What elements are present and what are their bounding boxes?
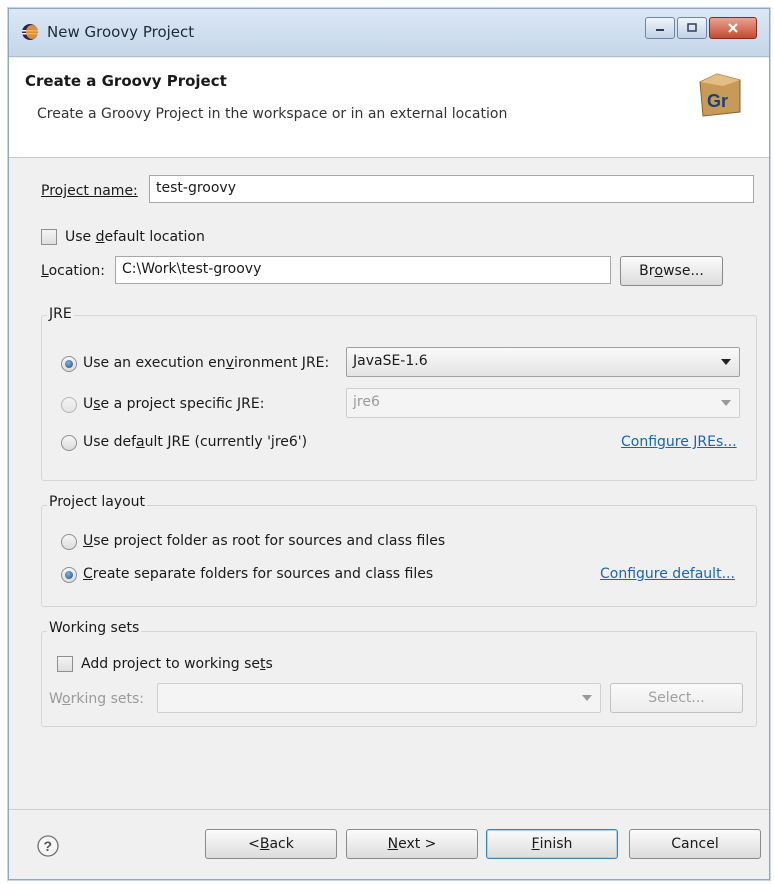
page-description: Create a Groovy Project in the workspace… bbox=[37, 106, 508, 122]
separate-folders-radio[interactable] bbox=[61, 567, 77, 583]
specific-jre-label[interactable]: Use a project specific JRE: bbox=[83, 396, 264, 412]
location-input[interactable]: C:\Work\test-groovy bbox=[115, 256, 611, 284]
help-icon[interactable]: ? bbox=[37, 835, 59, 857]
configure-jres-link[interactable]: Configure JREs... bbox=[621, 434, 737, 450]
add-to-working-sets-label[interactable]: Add project to working sets bbox=[81, 656, 273, 672]
minimize-button[interactable] bbox=[645, 17, 675, 39]
minimize-icon bbox=[656, 29, 664, 31]
chevron-down-icon bbox=[721, 359, 731, 365]
title-bar: New Groovy Project bbox=[9, 9, 769, 57]
root-folder-radio[interactable] bbox=[61, 534, 77, 550]
project-layout-group-title: Project layout bbox=[47, 494, 148, 510]
wizard-header: Create a Groovy Project Create a Groovy … bbox=[9, 58, 769, 158]
exec-env-dropdown[interactable]: JavaSE-1.6 bbox=[346, 347, 740, 377]
default-jre-radio[interactable] bbox=[61, 435, 77, 451]
project-layout-group bbox=[41, 505, 757, 607]
specific-jre-dropdown[interactable]: jre6 bbox=[346, 388, 740, 418]
default-jre-label[interactable]: Use default JRE (currently 'jre6') bbox=[83, 434, 307, 450]
page-title: Create a Groovy Project bbox=[25, 72, 227, 90]
back-button[interactable]: < Back bbox=[205, 829, 337, 859]
root-folder-label[interactable]: Use project folder as root for sources a… bbox=[83, 533, 445, 549]
groovy-logo: Gr bbox=[699, 73, 741, 117]
footer-separator bbox=[9, 809, 769, 810]
working-sets-label: Working sets: bbox=[49, 691, 144, 707]
chevron-down-icon bbox=[582, 695, 592, 701]
project-name-input[interactable]: test-groovy bbox=[149, 175, 754, 203]
select-working-sets-button[interactable]: Select... bbox=[610, 683, 743, 713]
default-location-label[interactable]: Use default location bbox=[65, 229, 205, 245]
working-sets-group-title: Working sets bbox=[47, 620, 142, 636]
chevron-down-icon bbox=[721, 400, 731, 406]
close-button[interactable] bbox=[709, 17, 757, 39]
default-location-checkbox[interactable] bbox=[41, 229, 57, 245]
maximize-button[interactable] bbox=[677, 17, 707, 39]
jre-group-title: JRE bbox=[47, 306, 74, 322]
working-sets-dropdown[interactable] bbox=[157, 683, 601, 713]
exec-env-radio[interactable] bbox=[61, 356, 77, 372]
window-title: New Groovy Project bbox=[47, 23, 195, 41]
new-groovy-project-dialog: New Groovy Project Create a Groovy Proje… bbox=[8, 8, 770, 880]
add-to-working-sets-checkbox[interactable] bbox=[57, 656, 73, 672]
cancel-button[interactable]: Cancel bbox=[629, 829, 761, 859]
separate-folders-label[interactable]: Create separate folders for sources and … bbox=[83, 566, 433, 582]
exec-env-label[interactable]: Use an execution environment JRE: bbox=[83, 355, 329, 371]
maximize-icon bbox=[687, 23, 697, 32]
finish-button[interactable]: Finish bbox=[486, 829, 618, 859]
eclipse-icon bbox=[22, 24, 38, 40]
specific-jre-radio[interactable] bbox=[61, 397, 77, 413]
browse-button[interactable]: Br o wse... bbox=[620, 256, 723, 286]
close-icon bbox=[728, 23, 738, 33]
configure-default-link[interactable]: Configure default... bbox=[600, 566, 735, 582]
next-button[interactable]: Next > bbox=[346, 829, 478, 859]
project-name-label: Project name: bbox=[41, 183, 138, 199]
location-label: Location: bbox=[41, 263, 105, 279]
svg-text:?: ? bbox=[44, 838, 53, 854]
svg-text:Gr: Gr bbox=[707, 91, 728, 111]
